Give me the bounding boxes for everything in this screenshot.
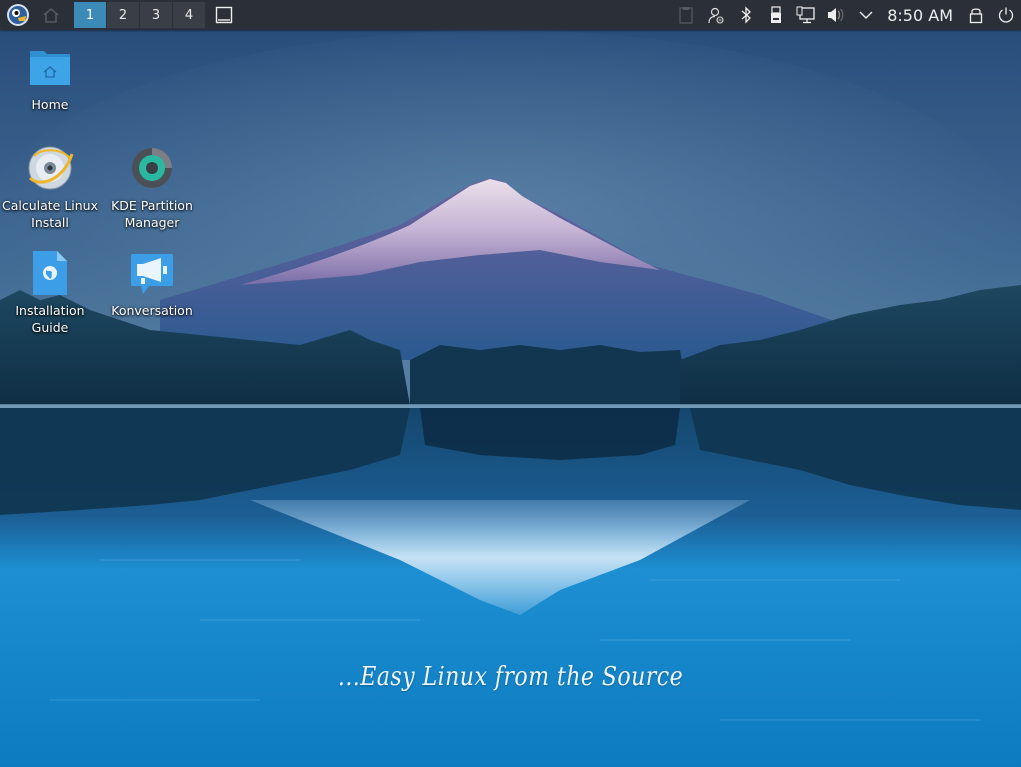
desktop-wallpaper	[0, 0, 1021, 767]
desktop-icon-home[interactable]: Home	[0, 43, 100, 113]
system-tray: 8:50 AM	[671, 0, 1021, 30]
network-wired-icon	[796, 6, 815, 24]
calculate-linux-launcher-icon	[7, 4, 29, 26]
lock-screen-button[interactable]	[961, 0, 991, 30]
desktop-icon-calculate-linux-install[interactable]: Calculate Linux Install	[0, 144, 100, 231]
user-status-button[interactable]	[701, 0, 731, 30]
desktop-icon-installation-guide[interactable]: Installation Guide	[0, 249, 100, 336]
folder-home-icon	[26, 43, 74, 91]
partition-manager-icon	[128, 144, 176, 192]
desktop-icon-label: Konversation	[111, 303, 193, 318]
desktop-3-button[interactable]: 3	[140, 2, 172, 28]
bluetooth-button[interactable]	[731, 0, 761, 30]
application-launcher-button[interactable]	[0, 0, 36, 30]
desktop-icon-kde-partition-manager[interactable]: KDE Partition Manager	[102, 144, 202, 231]
show-desktop-button[interactable]	[36, 0, 66, 30]
volume-button[interactable]	[821, 0, 851, 30]
clipboard-icon	[679, 7, 693, 24]
power-button[interactable]	[991, 0, 1021, 30]
volume-icon	[828, 8, 844, 22]
digital-clock[interactable]: 8:50 AM	[881, 6, 961, 25]
html-document-icon	[26, 249, 74, 297]
lock-screen-icon	[969, 8, 983, 24]
task-manager-button[interactable]	[207, 0, 241, 30]
expand-tray-button[interactable]	[851, 0, 881, 30]
usb-device-icon	[771, 6, 782, 23]
home-icon	[43, 8, 59, 23]
network-button[interactable]	[791, 0, 821, 30]
konversation-megaphone-icon	[128, 249, 176, 297]
desktop-4-button[interactable]: 4	[173, 2, 205, 28]
desktop-icon-label: Installation Guide	[15, 303, 85, 335]
top-panel: 1 2 3 4 8:50 AM	[0, 0, 1021, 30]
user-status-icon	[708, 7, 724, 24]
bluetooth-icon	[741, 6, 752, 24]
wallpaper-tagline: ...Easy Linux from the Source	[337, 662, 684, 692]
power-icon	[998, 7, 1014, 23]
desktop-1-button[interactable]: 1	[74, 2, 106, 28]
expand-tray-chevron-icon	[859, 11, 873, 19]
desktop-icon-label: Calculate Linux Install	[1, 198, 99, 230]
desktop-icon-konversation[interactable]: Konversation	[102, 249, 202, 319]
virtual-desktop-pager: 1 2 3 4	[74, 2, 205, 28]
desktop-icon-label: Home	[31, 97, 69, 112]
usb-device-button[interactable]	[761, 0, 791, 30]
window-icon	[215, 6, 233, 24]
calculate-install-disc-icon	[26, 144, 74, 192]
desktop-icon-label: KDE Partition Manager	[111, 198, 193, 230]
desktop-2-button[interactable]: 2	[107, 2, 139, 28]
clipboard-button[interactable]	[671, 0, 701, 30]
